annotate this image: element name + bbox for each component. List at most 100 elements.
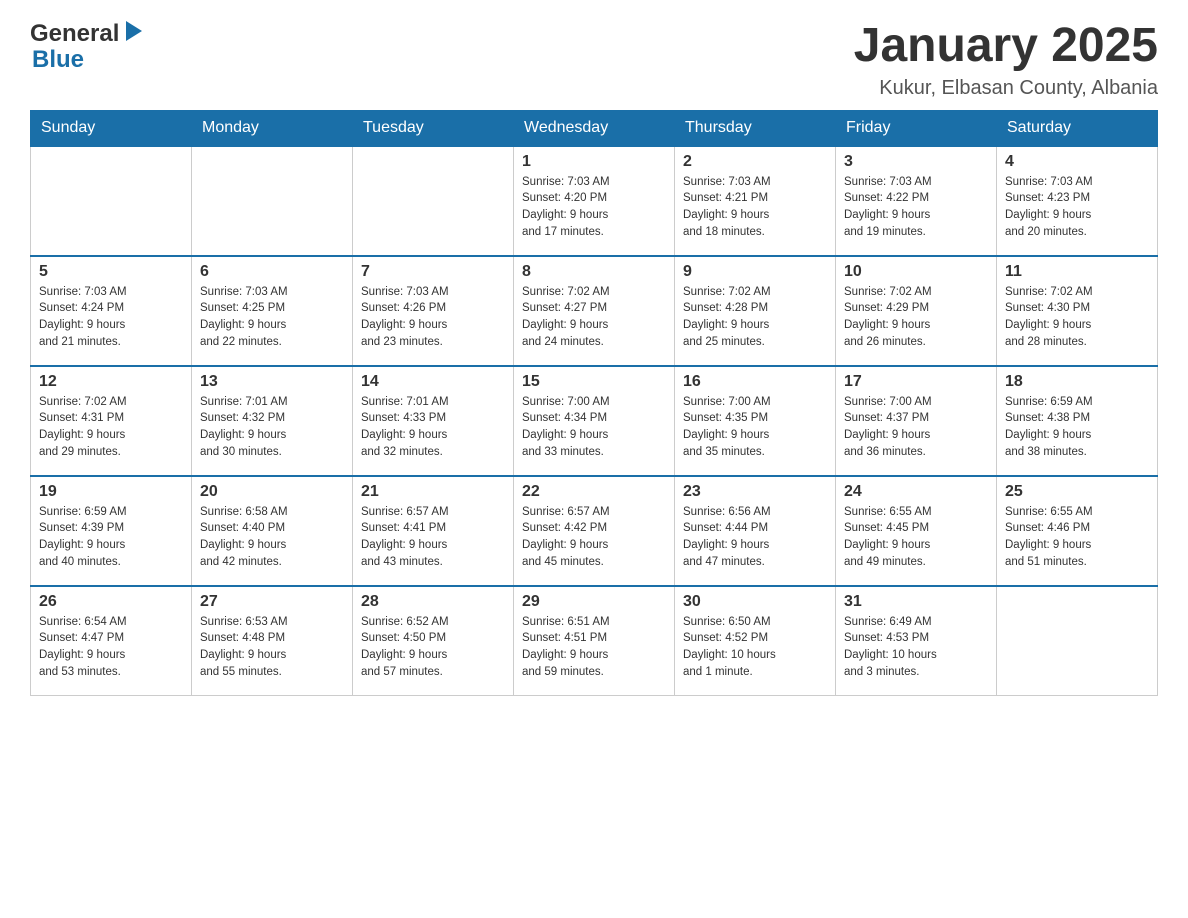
calendar-cell: 9 Sunrise: 7:02 AM Sunset: 4:28 PM Daylig… <box>675 256 836 366</box>
calendar-cell <box>353 146 514 256</box>
day-info: Sunrise: 7:03 AM Sunset: 4:25 PM Dayligh… <box>200 284 344 351</box>
day-number: 16 <box>683 373 827 391</box>
day-number: 31 <box>844 593 988 611</box>
calendar-cell: 3 Sunrise: 7:03 AM Sunset: 4:22 PM Daylig… <box>836 146 997 256</box>
calendar-cell: 28 Sunrise: 6:52 AM Sunset: 4:50 PM Dayli… <box>353 586 514 696</box>
day-info: Sunrise: 7:00 AM Sunset: 4:35 PM Dayligh… <box>683 394 827 461</box>
page-header: General Blue January 2025 Kukur, Elbasan… <box>30 20 1158 100</box>
calendar-week-5: 26 Sunrise: 6:54 AM Sunset: 4:47 PM Dayli… <box>31 586 1158 696</box>
day-number: 20 <box>200 483 344 501</box>
calendar-cell: 24 Sunrise: 6:55 AM Sunset: 4:45 PM Dayli… <box>836 476 997 586</box>
day-number: 9 <box>683 263 827 281</box>
day-number: 21 <box>361 483 505 501</box>
day-number: 24 <box>844 483 988 501</box>
day-number: 28 <box>361 593 505 611</box>
day-info: Sunrise: 6:51 AM Sunset: 4:51 PM Dayligh… <box>522 614 666 681</box>
day-info: Sunrise: 7:01 AM Sunset: 4:32 PM Dayligh… <box>200 394 344 461</box>
day-number: 3 <box>844 153 988 171</box>
calendar-week-2: 5 Sunrise: 7:03 AM Sunset: 4:24 PM Daylig… <box>31 256 1158 366</box>
calendar-cell: 29 Sunrise: 6:51 AM Sunset: 4:51 PM Dayli… <box>514 586 675 696</box>
calendar-cell: 10 Sunrise: 7:02 AM Sunset: 4:29 PM Dayli… <box>836 256 997 366</box>
day-number: 23 <box>683 483 827 501</box>
day-info: Sunrise: 7:02 AM Sunset: 4:31 PM Dayligh… <box>39 394 183 461</box>
calendar-cell: 2 Sunrise: 7:03 AM Sunset: 4:21 PM Daylig… <box>675 146 836 256</box>
day-info: Sunrise: 6:50 AM Sunset: 4:52 PM Dayligh… <box>683 614 827 681</box>
day-info: Sunrise: 7:00 AM Sunset: 4:34 PM Dayligh… <box>522 394 666 461</box>
day-info: Sunrise: 7:03 AM Sunset: 4:24 PM Dayligh… <box>39 284 183 351</box>
day-info: Sunrise: 6:59 AM Sunset: 4:39 PM Dayligh… <box>39 504 183 571</box>
day-info: Sunrise: 7:02 AM Sunset: 4:30 PM Dayligh… <box>1005 284 1149 351</box>
calendar-cell: 26 Sunrise: 6:54 AM Sunset: 4:47 PM Dayli… <box>31 586 192 696</box>
calendar-cell: 14 Sunrise: 7:01 AM Sunset: 4:33 PM Dayli… <box>353 366 514 476</box>
day-number: 2 <box>683 153 827 171</box>
calendar-cell: 7Sunrise: 7:03 AM Sunset: 4:26 PM Daylig… <box>353 256 514 366</box>
calendar-cell: 18 Sunrise: 6:59 AM Sunset: 4:38 PM Dayli… <box>997 366 1158 476</box>
calendar-cell <box>997 586 1158 696</box>
day-info: Sunrise: 6:55 AM Sunset: 4:46 PM Dayligh… <box>1005 504 1149 571</box>
calendar-week-1: 1Sunrise: 7:03 AM Sunset: 4:20 PM Daylig… <box>31 146 1158 256</box>
calendar-cell: 30 Sunrise: 6:50 AM Sunset: 4:52 PM Dayli… <box>675 586 836 696</box>
day-info: Sunrise: 6:55 AM Sunset: 4:45 PM Dayligh… <box>844 504 988 571</box>
calendar-cell: 22Sunrise: 6:57 AM Sunset: 4:42 PM Dayli… <box>514 476 675 586</box>
day-number: 26 <box>39 593 183 611</box>
day-number: 10 <box>844 263 988 281</box>
day-info: Sunrise: 6:56 AM Sunset: 4:44 PM Dayligh… <box>683 504 827 571</box>
day-info: Sunrise: 7:02 AM Sunset: 4:28 PM Dayligh… <box>683 284 827 351</box>
title-section: January 2025 Kukur, Elbasan County, Alba… <box>854 20 1158 100</box>
day-number: 5 <box>39 263 183 281</box>
weekday-header-monday: Monday <box>192 110 353 146</box>
weekday-header-sunday: Sunday <box>31 110 192 146</box>
logo-blue: Blue <box>30 46 204 74</box>
calendar-cell: 11 Sunrise: 7:02 AM Sunset: 4:30 PM Dayli… <box>997 256 1158 366</box>
day-info: Sunrise: 6:52 AM Sunset: 4:50 PM Dayligh… <box>361 614 505 681</box>
day-number: 30 <box>683 593 827 611</box>
day-info: Sunrise: 6:59 AM Sunset: 4:38 PM Dayligh… <box>1005 394 1149 461</box>
day-number: 6 <box>200 263 344 281</box>
calendar-cell <box>31 146 192 256</box>
day-number: 29 <box>522 593 666 611</box>
calendar-cell: 23 Sunrise: 6:56 AM Sunset: 4:44 PM Dayli… <box>675 476 836 586</box>
day-number: 8 <box>522 263 666 281</box>
logo-triangle-icon <box>126 21 142 41</box>
weekday-header-wednesday: Wednesday <box>514 110 675 146</box>
calendar-cell: 21Sunrise: 6:57 AM Sunset: 4:41 PM Dayli… <box>353 476 514 586</box>
day-number: 14 <box>361 373 505 391</box>
calendar-cell: 8Sunrise: 7:02 AM Sunset: 4:27 PM Daylig… <box>514 256 675 366</box>
calendar-cell: 16 Sunrise: 7:00 AM Sunset: 4:35 PM Dayli… <box>675 366 836 476</box>
day-info: Sunrise: 7:01 AM Sunset: 4:33 PM Dayligh… <box>361 394 505 461</box>
calendar-cell: 6 Sunrise: 7:03 AM Sunset: 4:25 PM Daylig… <box>192 256 353 366</box>
calendar-cell: 27Sunrise: 6:53 AM Sunset: 4:48 PM Dayli… <box>192 586 353 696</box>
day-info: Sunrise: 6:54 AM Sunset: 4:47 PM Dayligh… <box>39 614 183 681</box>
day-number: 15 <box>522 373 666 391</box>
calendar-cell: 13 Sunrise: 7:01 AM Sunset: 4:32 PM Dayli… <box>192 366 353 476</box>
day-number: 27 <box>200 593 344 611</box>
day-number: 11 <box>1005 263 1149 281</box>
day-info: Sunrise: 7:03 AM Sunset: 4:26 PM Dayligh… <box>361 284 505 351</box>
calendar-cell: 15 Sunrise: 7:00 AM Sunset: 4:34 PM Dayli… <box>514 366 675 476</box>
day-number: 18 <box>1005 373 1149 391</box>
calendar-cell: 19Sunrise: 6:59 AM Sunset: 4:39 PM Dayli… <box>31 476 192 586</box>
day-info: Sunrise: 7:02 AM Sunset: 4:29 PM Dayligh… <box>844 284 988 351</box>
logo-general: General <box>30 20 119 48</box>
day-info: Sunrise: 6:57 AM Sunset: 4:42 PM Dayligh… <box>522 504 666 571</box>
calendar-table: SundayMondayTuesdayWednesdayThursdayFrid… <box>30 110 1158 697</box>
weekday-header-thursday: Thursday <box>675 110 836 146</box>
day-number: 25 <box>1005 483 1149 501</box>
calendar-cell: 25 Sunrise: 6:55 AM Sunset: 4:46 PM Dayli… <box>997 476 1158 586</box>
weekday-header-tuesday: Tuesday <box>353 110 514 146</box>
day-number: 13 <box>200 373 344 391</box>
page-subtitle: Kukur, Elbasan County, Albania <box>854 77 1158 100</box>
calendar-cell: 20Sunrise: 6:58 AM Sunset: 4:40 PM Dayli… <box>192 476 353 586</box>
calendar-header: SundayMondayTuesdayWednesdayThursdayFrid… <box>31 110 1158 146</box>
calendar-cell <box>192 146 353 256</box>
calendar-cell: 17Sunrise: 7:00 AM Sunset: 4:37 PM Dayli… <box>836 366 997 476</box>
calendar-cell: 1Sunrise: 7:03 AM Sunset: 4:20 PM Daylig… <box>514 146 675 256</box>
calendar-cell: 5 Sunrise: 7:03 AM Sunset: 4:24 PM Daylig… <box>31 256 192 366</box>
weekday-header-row: SundayMondayTuesdayWednesdayThursdayFrid… <box>31 110 1158 146</box>
day-info: Sunrise: 7:03 AM Sunset: 4:22 PM Dayligh… <box>844 174 988 241</box>
calendar-cell: 31 Sunrise: 6:49 AM Sunset: 4:53 PM Dayli… <box>836 586 997 696</box>
weekday-header-saturday: Saturday <box>997 110 1158 146</box>
calendar-week-4: 19Sunrise: 6:59 AM Sunset: 4:39 PM Dayli… <box>31 476 1158 586</box>
day-info: Sunrise: 6:49 AM Sunset: 4:53 PM Dayligh… <box>844 614 988 681</box>
day-info: Sunrise: 7:03 AM Sunset: 4:21 PM Dayligh… <box>683 174 827 241</box>
